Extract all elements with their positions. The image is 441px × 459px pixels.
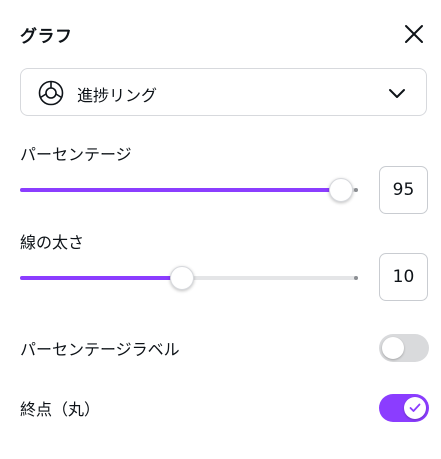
percentage-label-toggle-label: パーセンテージラベル	[20, 340, 180, 359]
panel-title: グラフ	[20, 27, 73, 47]
slider-thumb[interactable]	[329, 178, 353, 202]
line-width-slider[interactable]	[20, 266, 358, 290]
line-width-label: 線の太さ	[20, 233, 85, 252]
slider-fill	[20, 188, 341, 192]
progress-ring-icon	[38, 80, 64, 106]
percentage-label: パーセンテージ	[20, 145, 132, 164]
slider-thumb[interactable]	[170, 266, 194, 290]
chart-type-select[interactable]: 進捗リング	[20, 68, 427, 116]
toggle-knob	[382, 337, 404, 359]
close-icon	[405, 25, 423, 43]
percentage-label-toggle[interactable]	[379, 334, 429, 362]
check-icon	[409, 403, 421, 412]
round-end-toggle-label: 終点（丸）	[20, 400, 101, 419]
percentage-slider[interactable]	[20, 178, 358, 202]
line-width-input[interactable]: 10	[379, 253, 428, 301]
chart-type-label: 進捗リング	[77, 86, 158, 105]
slider-end-dot	[354, 188, 358, 192]
chevron-down-icon	[389, 89, 405, 98]
toggle-knob	[404, 397, 426, 419]
slider-end-dot	[354, 276, 358, 280]
round-end-toggle[interactable]	[379, 394, 429, 422]
slider-fill	[20, 276, 182, 280]
close-button[interactable]	[400, 20, 428, 48]
percentage-input[interactable]: 95	[379, 166, 428, 214]
